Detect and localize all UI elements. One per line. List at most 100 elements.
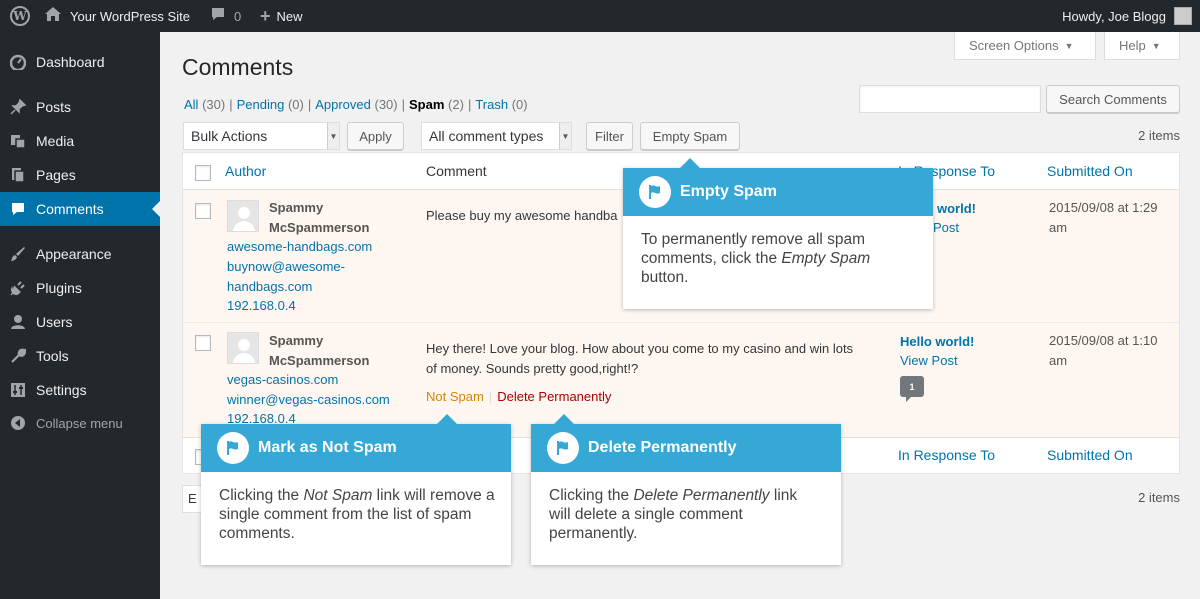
wordpress-logo-icon[interactable]: W [8, 0, 32, 32]
comment-icon [0, 201, 36, 217]
apply-button[interactable]: Apply [347, 122, 404, 150]
menu-tools[interactable]: Tools [0, 339, 160, 373]
plug-icon [0, 280, 36, 296]
comment-text: Hey there! Love your blog. How about you… [426, 341, 854, 376]
menu-dashboard[interactable]: Dashboard [0, 45, 160, 79]
brush-icon [0, 246, 36, 262]
chevron-down-icon: ▼ [559, 123, 571, 149]
account-menu[interactable]: Howdy, Joe Blogg [1062, 0, 1192, 32]
comment-count: 0 [234, 8, 242, 24]
filter-trash[interactable]: Trash (0) [475, 97, 527, 112]
callout-body: Clicking the Delete Permanently link wil… [549, 487, 798, 542]
row-checkbox[interactable] [195, 335, 211, 351]
menu-label: Pages [36, 167, 76, 183]
view-post-link[interactable]: Post [933, 220, 959, 235]
plus-icon: + [260, 5, 271, 26]
response-post-title[interactable]: world! [937, 201, 976, 216]
pin-icon [0, 99, 36, 115]
comment-count-bubble[interactable]: 1 [900, 376, 924, 402]
menu-appearance[interactable]: Appearance [0, 237, 160, 271]
dashboard-icon [0, 54, 36, 70]
help-button[interactable]: Help ▼ [1104, 32, 1180, 60]
callout-header: Delete Permanently [531, 424, 841, 472]
menu-posts[interactable]: Posts [0, 90, 160, 124]
filter-button[interactable]: Filter [586, 122, 633, 150]
author-email[interactable]: buynow@awesome- handbags.com [227, 257, 387, 296]
search-comments-button[interactable]: Search Comments [1046, 85, 1180, 113]
callout-body: Clicking the Not Spam link will remove a… [219, 487, 495, 542]
menu-users[interactable]: Users [0, 305, 160, 339]
menu-label: Appearance [36, 246, 112, 262]
separator: | [401, 97, 406, 112]
filter-pending[interactable]: Pending (0) [237, 97, 304, 112]
column-submitted[interactable]: Submitted On [1047, 163, 1133, 179]
submitted-date[interactable]: 2015/09/08 at 1:10 am [1049, 331, 1184, 371]
flag-icon [639, 176, 671, 208]
menu-pages[interactable]: Pages [0, 158, 160, 192]
author-url[interactable]: awesome-handbags.com [227, 237, 387, 257]
bulk-actions-select-bottom[interactable]: E [182, 485, 202, 513]
separator: | [467, 97, 472, 112]
delete-permanently-link[interactable]: Delete Permanently [497, 389, 611, 404]
filter-spam[interactable]: Spam (2) [409, 97, 464, 112]
caret-down-icon: ▼ [1151, 40, 1161, 51]
menu-settings[interactable]: Settings [0, 373, 160, 407]
site-name-link[interactable]: Your WordPress Site [44, 0, 190, 32]
author-name: Spammy McSpammerson [269, 333, 370, 368]
menu-label: Users [36, 314, 73, 330]
column-submitted[interactable]: Submitted On [1047, 447, 1133, 463]
select-all-checkbox[interactable] [195, 165, 211, 181]
screen-options-button[interactable]: Screen Options ▼ [954, 32, 1096, 60]
column-author[interactable]: Author [225, 163, 266, 179]
filter-all[interactable]: All (30) [184, 97, 225, 112]
comment-status-filters: All (30) | Pending (0) | Approved (30) |… [184, 97, 528, 112]
author-url[interactable]: vegas-casinos.com [227, 370, 387, 390]
separator: | [307, 97, 312, 112]
menu-label: Media [36, 133, 75, 149]
response-post-title[interactable]: Hello world! [900, 334, 974, 349]
new-content-link[interactable]: + New [260, 0, 303, 32]
comment-type-select[interactable]: All comment types ▼ [421, 122, 572, 150]
menu-plugins[interactable]: Plugins [0, 271, 160, 305]
callout-title: Empty Spam [680, 183, 777, 200]
items-count: 2 items [1138, 490, 1180, 505]
collapse-menu[interactable]: Collapse menu [0, 406, 160, 440]
bulk-actions-value: Bulk Actions [191, 128, 268, 144]
help-label: Help [1119, 38, 1146, 53]
comments-link[interactable]: 0 [210, 0, 241, 32]
home-icon [44, 6, 62, 27]
callout-pointer [437, 414, 457, 424]
empty-spam-callout: Empty Spam To permanently remove all spa… [623, 158, 933, 309]
collapse-arrow-icon [0, 415, 36, 431]
admin-sidebar: Dashboard Posts Media Pages Comments App… [0, 32, 160, 599]
author-email[interactable]: winner@vegas-casinos.com [227, 390, 427, 410]
column-response[interactable]: In Response To [898, 447, 995, 463]
callout-title: Mark as Not Spam [258, 439, 397, 456]
row-checkbox[interactable] [195, 203, 211, 219]
filter-approved[interactable]: Approved (30) [315, 97, 397, 112]
author-name: Spammy McSpammerson [269, 200, 370, 235]
menu-media[interactable]: Media [0, 124, 160, 158]
not-spam-link[interactable]: Not Spam [426, 389, 484, 404]
bulk-actions-select[interactable]: Bulk Actions ▼ [183, 122, 340, 150]
menu-label: Plugins [36, 280, 82, 296]
view-post-link[interactable]: View Post [900, 353, 958, 368]
comment-bubble-icon [210, 6, 226, 27]
submitted-date[interactable]: 2015/09/08 at 1:29 am [1049, 198, 1184, 238]
collapse-label: Collapse menu [36, 415, 123, 431]
menu-label: Tools [36, 348, 69, 364]
comment-text: Please buy my awesome handba [426, 208, 618, 223]
menu-label: Comments [36, 201, 104, 217]
separator: | [488, 389, 493, 404]
callout-pointer [680, 158, 700, 168]
comment-type-value: All comment types [429, 128, 544, 144]
author-ip[interactable]: 192.168.0.4 [227, 296, 387, 316]
separator: | [229, 97, 233, 112]
flag-icon [217, 432, 249, 464]
menu-comments[interactable]: Comments [0, 192, 160, 226]
site-name: Your WordPress Site [70, 8, 190, 24]
search-input[interactable] [859, 85, 1041, 113]
media-icon [0, 133, 36, 149]
avatar [227, 332, 259, 364]
empty-spam-button[interactable]: Empty Spam [640, 122, 740, 150]
